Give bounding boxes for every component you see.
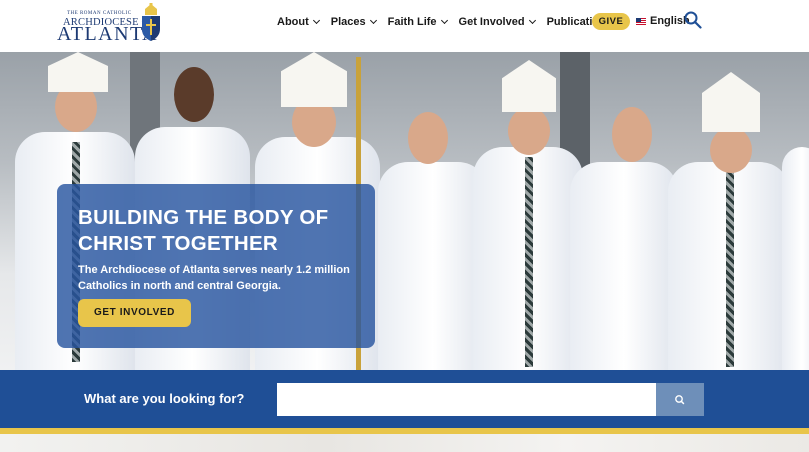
nav-item-label: About bbox=[277, 16, 309, 28]
nav-item-places[interactable]: Places bbox=[330, 16, 377, 28]
nav-item-faith-life[interactable]: Faith Life bbox=[387, 16, 448, 28]
search-input[interactable] bbox=[277, 383, 656, 416]
archdiocese-logo[interactable]: THE ROMAN CATHOLIC ARCHDIOCESE OF ATLANT… bbox=[57, 3, 167, 47]
logo-small-text: THE ROMAN CATHOLIC bbox=[67, 11, 132, 16]
us-flag-icon bbox=[636, 17, 646, 25]
search-label: What are you looking for? bbox=[84, 391, 245, 406]
main-nav: About Places Faith Life Get Involved Pub… bbox=[277, 14, 634, 30]
search-icon[interactable] bbox=[684, 11, 702, 29]
chevron-down-icon bbox=[528, 16, 536, 25]
language-selector[interactable]: English bbox=[636, 15, 690, 27]
chevron-down-icon bbox=[312, 16, 320, 25]
nav-item-about[interactable]: About bbox=[277, 16, 320, 28]
nav-item-get-involved[interactable]: Get Involved bbox=[458, 16, 536, 28]
chevron-down-icon bbox=[440, 16, 448, 25]
nav-item-label: Get Involved bbox=[458, 16, 525, 28]
site-header: THE ROMAN CATHOLIC ARCHDIOCESE OF ATLANT… bbox=[0, 0, 809, 52]
hero-subtitle: The Archdiocese of Atlanta serves nearly… bbox=[78, 264, 350, 292]
nav-item-label: Places bbox=[330, 16, 366, 28]
search-icon bbox=[675, 395, 685, 405]
next-section-preview bbox=[0, 434, 809, 452]
hero-title: BUILDING THE BODY OF CHRIST TOGETHER bbox=[78, 206, 329, 255]
nav-item-label: Faith Life bbox=[387, 16, 437, 28]
get-involved-button[interactable]: GET INVOLVED bbox=[78, 299, 191, 327]
give-button[interactable]: GIVE bbox=[592, 13, 630, 30]
chevron-down-icon bbox=[369, 16, 377, 25]
search-button[interactable] bbox=[656, 383, 704, 416]
crest-icon bbox=[142, 3, 160, 41]
